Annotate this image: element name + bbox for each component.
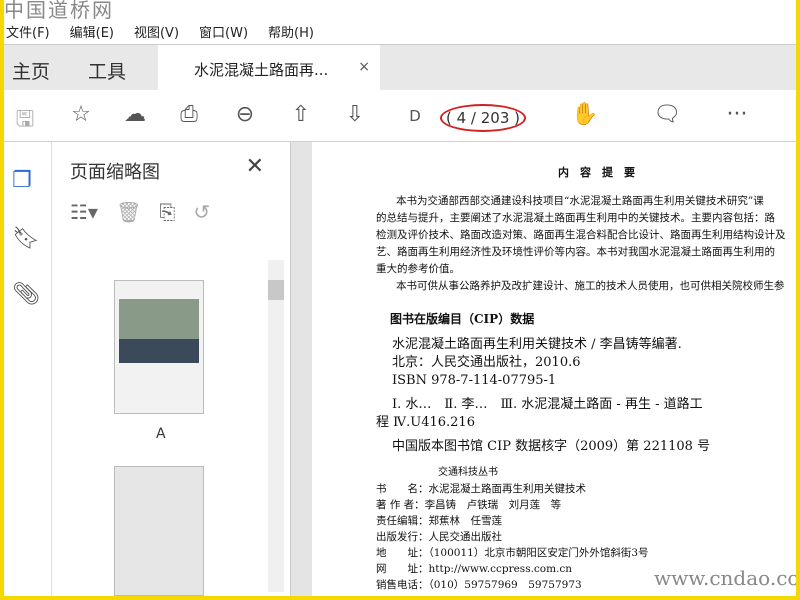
star-icon[interactable]: ☆ <box>66 102 96 127</box>
toolbar: 🖫 ☆ ☁ ⎙ ⊖ ⇧ ⇩ D ( 4 / 203 ) ✋ 🗨 ··· <box>4 90 796 142</box>
tab-bar: 主页 工具 水泥混凝土路面再... × <box>4 44 796 91</box>
cip-line: 中国版本图书馆 CIP 数据核字（2009）第 221108 号 <box>392 439 711 454</box>
comment-icon[interactable]: 🗨 <box>652 102 682 127</box>
abstract-line: 艺、路面再生利用经济性及环境性评价等内容。本书对我国水泥混凝土路面再生利用的 <box>376 246 775 258</box>
series-name: 交通科技丛书 <box>438 467 498 478</box>
tab-tools[interactable]: 工具 <box>80 45 134 90</box>
attachment-icon[interactable]: 📎︎ <box>12 282 40 307</box>
info-line: 出版发行：人民交通出版社 <box>376 531 502 543</box>
hand-tool-icon[interactable]: ✋ <box>570 102 600 127</box>
thumbnail-page-2[interactable] <box>114 466 204 596</box>
scrollbar-thumb[interactable] <box>268 280 284 300</box>
panel-tools: ☷▾ 🗑︎ ⎘ ↺ <box>70 200 210 224</box>
prev-page-icon[interactable]: ⇧ <box>286 102 316 127</box>
abstract-line: 重大的参考价值。 <box>376 263 460 275</box>
menu-window[interactable]: 窗口(W) <box>199 22 248 41</box>
page-heading: 内 容 提 要 <box>558 166 635 179</box>
info-line: 书 名：水泥混凝土路面再生利用关键技术 <box>376 483 586 495</box>
options-menu-icon[interactable]: ☷▾ <box>70 200 98 224</box>
info-line: 著 作 者：李昌铸 卢铁瑞 刘月莲 等 <box>376 499 562 511</box>
info-line: 责任编辑：郑蕉林 任雪莲 <box>376 515 502 527</box>
info-line: 网 址：http://www.ccpress.com.cn <box>376 563 573 575</box>
thumbnail-scrollbar[interactable] <box>268 260 284 592</box>
acrobat-window: 中国道桥网 文件(F) 编辑(E) 视图(V) 窗口(W) 帮助(H) 主页 工… <box>4 0 796 596</box>
cip-line: 水泥混凝土路面再生利用关键技术 / 李昌铸等编著. <box>392 337 682 352</box>
close-panel-icon[interactable]: ✕ <box>246 154 264 179</box>
thumbnail-label: A <box>156 426 166 442</box>
rotate-icon[interactable]: ↺ <box>193 200 210 224</box>
info-line: 地 址：（100011）北京市朝阳区安定门外外馆斜街3号 <box>376 547 649 559</box>
tab-document[interactable]: 水泥混凝土路面再... × <box>158 45 380 91</box>
cip-title: 图书在版编目（CIP）数据 <box>390 312 535 326</box>
thumbnail-panel: 页面缩略图 ✕ ☷▾ 🗑︎ ⎘ ↺ A <box>52 142 290 596</box>
panel-title: 页面缩略图 <box>70 162 160 183</box>
cip-line: 北京：人民交通出版社，2010.6 <box>392 355 581 370</box>
menu-bar: 文件(F) 编辑(E) 视图(V) 窗口(W) 帮助(H) <box>4 20 796 42</box>
zoom-out-icon[interactable]: ⊖ <box>230 102 260 127</box>
page-indicator[interactable]: ( 4 / 203 ) <box>440 104 526 132</box>
panel-divider[interactable] <box>290 142 312 596</box>
cip-line: Ⅰ. 水… Ⅱ. 李… Ⅲ. 水泥混凝土路面 - 再生 - 道路工 <box>392 397 703 412</box>
menu-help[interactable]: 帮助(H) <box>268 22 314 41</box>
abstract-line: 检测及评价技术、路面改造对策、路面再生混合料配合比设计、路面再生利用结构设计及 <box>376 229 786 241</box>
cloud-upload-icon[interactable]: ☁ <box>120 102 150 127</box>
extract-icon[interactable]: ⎘ <box>159 200 175 224</box>
menu-view[interactable]: 视图(V) <box>134 22 179 41</box>
close-tab-icon[interactable]: × <box>358 59 370 75</box>
cip-line: ISBN 978-7-114-07795-1 <box>392 373 557 388</box>
tab-document-label: 水泥混凝土路面再... <box>194 61 329 79</box>
more-icon[interactable]: ··· <box>722 102 752 127</box>
cip-line: 程 Ⅳ.U416.216 <box>376 415 475 430</box>
watermark-url: www.cndao.com <box>654 566 796 590</box>
menu-edit[interactable]: 编辑(E) <box>70 22 114 41</box>
document-page: 内 容 提 要 本书为交通部西部交通建设科技项目“水泥混凝土路面再生利用关键技术… <box>312 145 796 596</box>
menu-file[interactable]: 文件(F) <box>6 22 50 41</box>
title-bar: 中国道桥网 <box>4 0 796 20</box>
save-icon[interactable]: 🖫 <box>10 102 40 140</box>
page-label[interactable]: D <box>400 107 430 125</box>
abstract-line: 本书为交通部西部交通建设科技项目“水泥混凝土路面再生利用关键技术研究”课 <box>396 195 764 207</box>
bookmark-icon[interactable]: 🔖︎ <box>12 226 40 251</box>
thumbnail-page-1[interactable] <box>114 280 204 414</box>
left-rail: ❐ 🔖︎ 📎︎ <box>4 142 52 596</box>
tab-home[interactable]: 主页 <box>4 45 58 90</box>
info-line: 销售电话：（010）59757969 59757973 <box>376 579 582 591</box>
abstract-line: 的总结与提升，主要阐述了水泥混凝土路面再生利用中的关键技术。主要内容包括：路 <box>376 212 775 224</box>
print-icon[interactable]: ⎙ <box>174 102 204 127</box>
delete-icon[interactable]: 🗑︎ <box>116 200 141 224</box>
page-thumbnails-icon[interactable]: ❐ <box>12 168 32 193</box>
next-page-icon[interactable]: ⇩ <box>340 102 370 127</box>
abstract-line: 本书可供从事公路养护及改扩建设计、施工的技术人员使用，也可供相关院校师生参 <box>396 280 785 292</box>
watermark-logo: 中国道桥网 <box>4 0 114 20</box>
